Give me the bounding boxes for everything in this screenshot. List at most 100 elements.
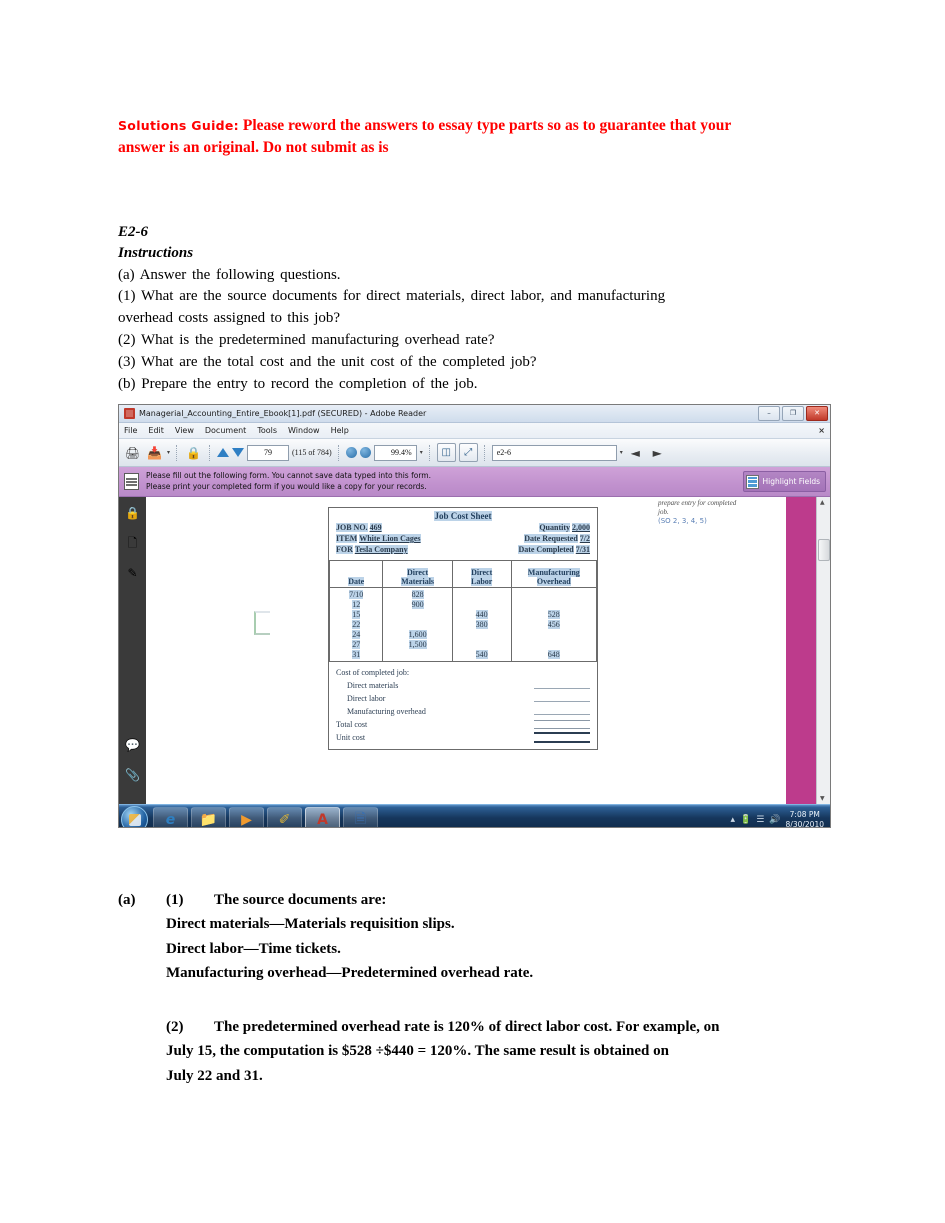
toolbar-separator: [209, 444, 211, 461]
item-value[interactable]: White Lion Cages: [359, 534, 421, 543]
share-dropdown-caret-icon[interactable]: ▾: [167, 449, 170, 456]
moh-22: 456: [547, 620, 560, 629]
windows-logo-icon: [128, 813, 141, 826]
scrollbar-thumb[interactable]: [818, 539, 830, 561]
date-requested-value[interactable]: 7/2: [579, 534, 590, 543]
volume-icon[interactable]: 🔊: [769, 815, 780, 825]
menu-item-document[interactable]: Document: [205, 426, 246, 435]
pages-panel-icon[interactable]: 🗋: [124, 534, 142, 552]
battery-icon[interactable]: 🔋: [740, 815, 751, 825]
menu-item-window[interactable]: Window: [288, 426, 320, 435]
date-15: 15: [352, 610, 361, 619]
menu-item-edit[interactable]: Edit: [148, 426, 164, 435]
instruction-line-1-cont: overhead costs assigned to this job?: [118, 310, 341, 327]
taskbar-item-internet-explorer[interactable]: e: [153, 806, 188, 827]
job-cost-table: Date Direct Materials Direct Labor Manuf…: [328, 560, 598, 662]
menu-item-view[interactable]: View: [175, 426, 194, 435]
column-header-direct-labor: Direct Labor: [451, 560, 512, 588]
lock-icon[interactable]: 🔒: [124, 504, 142, 522]
page-count-label: (115 of 784): [292, 448, 332, 457]
cell-direct-labor-column[interactable]: 440 380 540: [451, 587, 512, 662]
instruction-line-3: (3) What are the total cost and the unit…: [118, 354, 537, 371]
close-button[interactable]: ✕: [806, 406, 828, 421]
for-label: FOR: [336, 545, 353, 554]
zoom-out-icon[interactable]: [345, 447, 357, 458]
solutions-guide-label: Solutions Guide:: [118, 118, 239, 133]
form-document-icon: [124, 473, 139, 490]
vertical-scrollbar[interactable]: ▲ ▼: [816, 497, 830, 804]
page-number-input[interactable]: 79: [247, 444, 290, 461]
summary-label-manufacturing-overhead: Manufacturing overhead: [347, 707, 426, 716]
minimize-button[interactable]: –: [758, 406, 780, 421]
zoom-in-icon[interactable]: [359, 447, 371, 458]
summary-label-total-cost: Total cost: [336, 720, 368, 729]
previous-page-icon[interactable]: [217, 448, 230, 457]
item-label: ITEM: [336, 534, 358, 543]
printer-icon[interactable]: 🖨: [123, 443, 142, 462]
zoom-dropdown-caret-icon[interactable]: ▾: [420, 449, 423, 456]
summary-blank-total-cost[interactable]: [534, 720, 590, 729]
header-row: FOR Tesla Company Date Completed 7/31: [336, 545, 590, 554]
show-hidden-icons-icon[interactable]: ▴: [730, 815, 735, 825]
network-signal-icon[interactable]: ☰: [756, 815, 764, 825]
find-previous-icon[interactable]: ◄: [626, 443, 645, 462]
find-next-icon[interactable]: ►: [648, 443, 667, 462]
cell-direct-materials-column[interactable]: 828 900 1,600 1,500: [382, 587, 453, 662]
taskbar-item-media-player[interactable]: ▶: [229, 806, 264, 827]
quantity-value[interactable]: 2,000: [572, 523, 590, 532]
secure-document-icon[interactable]: 🔒: [184, 443, 203, 462]
moh-15: 528: [547, 610, 560, 619]
scroll-down-arrow-icon[interactable]: ▼: [820, 795, 825, 802]
exercise-number: E2-6: [118, 224, 148, 240]
search-input[interactable]: e2-6: [491, 444, 617, 461]
start-button[interactable]: [121, 806, 148, 827]
taskbar-item-adobe-reader[interactable]: A: [305, 806, 340, 827]
dm-7-10: 828: [411, 590, 424, 599]
signature-icon[interactable]: ✎: [124, 564, 142, 582]
pdf-page-view[interactable]: prepare entry for completed job. (SO 2, …: [146, 497, 816, 804]
summary-blank-direct-materials[interactable]: [534, 683, 590, 689]
summary-label-direct-labor: Direct labor: [347, 694, 386, 703]
menu-item-help[interactable]: Help: [331, 426, 349, 435]
window-controls: – ❐ ✕: [758, 406, 828, 421]
highlight-fields-button[interactable]: Highlight Fields: [742, 471, 826, 492]
document-close-button[interactable]: ×: [818, 426, 825, 435]
solutions-guide-line2: answer is an original. Do not submit as …: [118, 139, 389, 156]
dm-24: 1,600: [408, 630, 427, 639]
menu-item-file[interactable]: File: [124, 426, 137, 435]
attachments-icon[interactable]: 📎: [124, 766, 142, 784]
cost-summary-heading: Cost of completed job:: [336, 668, 410, 677]
taskbar-item-paint[interactable]: ✐: [267, 806, 302, 827]
highlight-fields-icon: [745, 474, 759, 489]
zoom-level-input[interactable]: 99.4%: [373, 444, 417, 461]
summary-blank-direct-labor[interactable]: [534, 696, 590, 702]
taskbar-item-word-document[interactable]: 🗎: [343, 806, 378, 827]
taskbar-item-windows-explorer[interactable]: 📁: [191, 806, 226, 827]
summary-label-unit-cost: Unit cost: [336, 733, 366, 742]
share-email-icon[interactable]: 📥: [145, 443, 164, 462]
restore-button[interactable]: ❐: [782, 406, 804, 421]
search-dropdown-caret-icon[interactable]: ▾: [620, 449, 623, 456]
summary-blank-manufacturing-overhead[interactable]: [534, 709, 590, 715]
cell-date-column: 7/10 12 15 22 24 27 31: [328, 587, 384, 662]
dm-12: 900: [411, 600, 424, 609]
highlight-fields-label: Highlight Fields: [762, 477, 820, 486]
job-no-value[interactable]: 469: [369, 523, 382, 532]
date-22: 22: [352, 620, 361, 629]
taskbar-clock[interactable]: 7:08 PM 8/30/2010: [786, 810, 828, 827]
comments-icon[interactable]: 💬: [124, 736, 142, 754]
summary-blank-unit-cost[interactable]: [534, 732, 590, 743]
scroll-up-arrow-icon[interactable]: ▲: [820, 499, 825, 506]
for-value[interactable]: Tesla Company: [354, 545, 408, 554]
date-completed-value[interactable]: 7/31: [575, 545, 590, 554]
instruction-line-1: (1) What are the source documents for di…: [118, 288, 666, 305]
date-31: 31: [352, 650, 361, 659]
cell-manufacturing-overhead-column[interactable]: 528 456 648: [510, 587, 598, 662]
next-page-icon[interactable]: [232, 448, 245, 457]
answer-item1-line3: Manufacturing overhead—Predetermined ove…: [166, 964, 534, 981]
fit-width-icon[interactable]: ◫: [436, 443, 456, 462]
date-completed-label: Date Completed: [518, 545, 574, 554]
fit-page-icon[interactable]: ⤢: [458, 443, 478, 462]
menu-item-tools[interactable]: Tools: [257, 426, 277, 435]
summary-label-direct-materials: Direct materials: [347, 681, 399, 690]
